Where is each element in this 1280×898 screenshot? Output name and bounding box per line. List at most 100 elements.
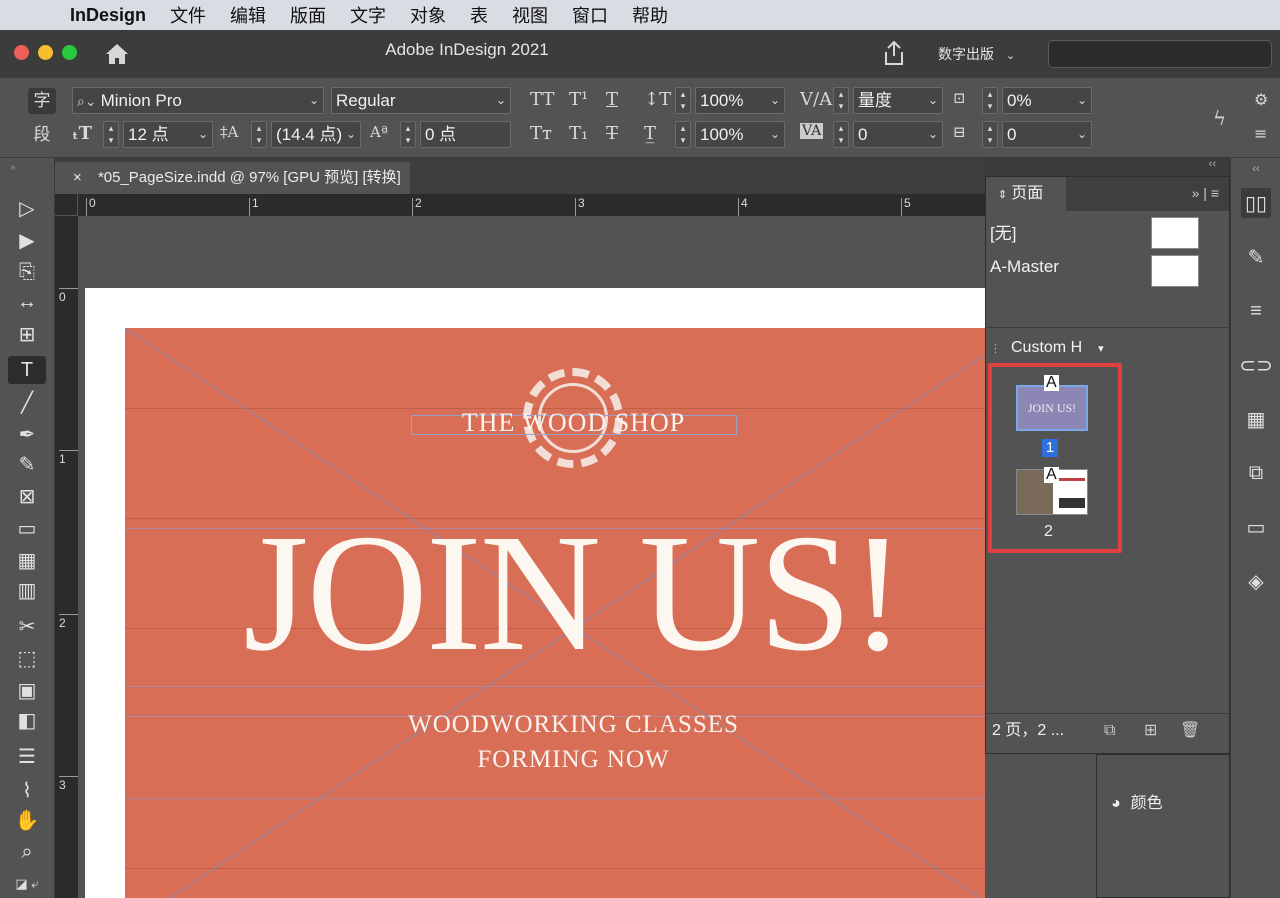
master-a-thumbnail[interactable] bbox=[1151, 255, 1199, 287]
vertical-ruler[interactable]: 0 1 2 3 bbox=[55, 216, 78, 898]
layers-list-icon[interactable]: ≡ bbox=[1241, 296, 1271, 326]
tracking-field[interactable]: 0 ⌄ bbox=[853, 121, 943, 148]
layers-icon[interactable]: ◈ bbox=[1241, 566, 1271, 596]
font-family-field[interactable]: ⌕⌄ Minion Pro ⌄ bbox=[72, 87, 324, 114]
master-a-label[interactable]: A-Master bbox=[990, 257, 1059, 277]
page-tool-icon[interactable]: ⎘ bbox=[8, 258, 46, 286]
small-caps-icon[interactable]: Tт bbox=[530, 123, 552, 144]
vertical-scale-field[interactable]: 100% ⌄ bbox=[695, 87, 785, 114]
document-tab[interactable]: × *05_PageSize.indd @ 97% [GPU 预览] [转换] bbox=[55, 162, 410, 194]
selection-tool-icon[interactable]: ▷ bbox=[8, 194, 46, 222]
kerning-stepper[interactable]: ▴ ▾ bbox=[833, 87, 849, 114]
document-canvas[interactable]: THE WOOD SHOP JOIN US! WOODWORKING CLASS… bbox=[78, 216, 985, 898]
note-tool-icon[interactable]: ☰ bbox=[8, 742, 46, 770]
collapse-panels-icon[interactable]: ‹‹ bbox=[1241, 162, 1271, 176]
gradient-swatch-tool-icon[interactable]: ▣ bbox=[8, 676, 46, 704]
horizontal-ruler[interactable]: 0 1 2 3 4 5 bbox=[78, 194, 985, 216]
baseline-shift-stepper[interactable]: ▴ ▾ bbox=[400, 121, 416, 148]
content-collector-icon[interactable]: ⊞ bbox=[8, 320, 46, 348]
eyedropper-tool-icon[interactable]: ⌇ bbox=[8, 776, 46, 804]
panel-menu-icon[interactable]: ≡ bbox=[1254, 124, 1267, 143]
new-page-icon[interactable]: ⊞ bbox=[1144, 714, 1157, 748]
menu-view[interactable]: 视图 bbox=[512, 2, 548, 28]
master-none-label[interactable]: [无] bbox=[990, 219, 1016, 244]
scissors-tool-icon[interactable]: ✂ bbox=[8, 612, 46, 640]
menu-edit[interactable]: 编辑 bbox=[230, 2, 266, 28]
kerning-field[interactable]: 量度 ⌄ bbox=[853, 87, 943, 114]
free-transform-tool-icon[interactable]: ⬚ bbox=[8, 644, 46, 672]
skew-stepper[interactable]: ▴ ▾ bbox=[982, 87, 998, 114]
table-tool-icon[interactable]: ▦ bbox=[8, 546, 46, 574]
character-mode-button[interactable]: 字 bbox=[28, 88, 56, 114]
pen-tool-icon[interactable]: ✒ bbox=[8, 420, 46, 448]
page-1-thumbnail[interactable]: JOIN US! bbox=[1016, 385, 1088, 431]
pencil-tool-icon[interactable]: ✎ bbox=[8, 450, 46, 478]
panel-divider[interactable] bbox=[986, 327, 1229, 328]
panel-dock-header[interactable]: ‹‹ bbox=[985, 158, 1230, 176]
master-none-thumbnail[interactable] bbox=[1151, 217, 1199, 249]
gap-tool-icon[interactable]: ↔ bbox=[8, 288, 46, 316]
panel-options-icon[interactable]: » | ≡ bbox=[1192, 185, 1219, 201]
type-tool-icon[interactable]: T bbox=[8, 356, 46, 384]
all-caps-icon[interactable]: TT bbox=[530, 89, 554, 110]
leading-field[interactable]: (14.4 点) ⌄ bbox=[271, 121, 361, 148]
page-2-number[interactable]: 2 bbox=[1044, 523, 1053, 541]
leading-stepper[interactable]: ▴ ▾ bbox=[251, 121, 267, 148]
fill-stroke-swap-icon[interactable]: ◪ ⤶ bbox=[8, 870, 46, 898]
superscript-icon[interactable]: T¹ bbox=[569, 89, 588, 110]
app-name-menu[interactable]: InDesign bbox=[70, 5, 146, 26]
menu-object[interactable]: 对象 bbox=[410, 2, 446, 28]
page-1-number[interactable]: 1 bbox=[1042, 439, 1058, 457]
font-size-stepper[interactable]: ▴ ▾ bbox=[103, 121, 119, 148]
ruler-origin[interactable] bbox=[55, 194, 78, 216]
logo-text[interactable]: THE WOOD SHOP bbox=[125, 408, 985, 438]
menu-layout[interactable]: 版面 bbox=[290, 2, 326, 28]
digital-publishing-dropdown[interactable]: 数字出版 ⌄ bbox=[938, 44, 1015, 64]
headline-text[interactable]: JOIN US! bbox=[125, 503, 985, 683]
horizontal-scale-stepper[interactable]: ▴ ▾ bbox=[675, 121, 691, 148]
paragraph-mode-button[interactable]: 段 bbox=[28, 122, 56, 148]
share-icon[interactable] bbox=[882, 40, 906, 66]
links-icon[interactable]: ⊂⊃ bbox=[1239, 350, 1273, 380]
subheading-line-2[interactable]: FORMING NOW bbox=[125, 746, 985, 774]
gradient-feather-tool-icon[interactable]: ◧ bbox=[8, 706, 46, 734]
pages-panel-icon[interactable]: ▯▯ bbox=[1241, 188, 1271, 218]
subscript-icon[interactable]: T₁ bbox=[569, 123, 588, 144]
hand-tool-icon[interactable]: ✋ bbox=[8, 806, 46, 834]
color-panel-item[interactable]: ◕ 颜色 bbox=[1111, 789, 1163, 813]
menu-window[interactable]: 窗口 bbox=[572, 2, 608, 28]
collapse-toolbar-icon[interactable]: » bbox=[10, 162, 16, 173]
menu-table[interactable]: 表 bbox=[470, 2, 488, 28]
line-tool-icon[interactable]: ╱ bbox=[8, 388, 46, 416]
strikethrough-icon[interactable]: T bbox=[606, 123, 618, 144]
zoom-tool-icon[interactable]: ⌕ bbox=[8, 838, 46, 866]
properties-icon[interactable]: ✎ bbox=[1241, 242, 1271, 272]
baseline-shift-field[interactable]: 0 点 bbox=[420, 121, 511, 148]
swatches-icon[interactable]: ▦ bbox=[1241, 404, 1271, 434]
poster-artwork[interactable]: THE WOOD SHOP JOIN US! WOODWORKING CLASS… bbox=[125, 328, 985, 898]
quick-apply-icon[interactable]: ϟ bbox=[1213, 106, 1226, 130]
trash-icon[interactable]: 🗑 bbox=[1180, 714, 1200, 748]
subheading-line-1[interactable]: WOODWORKING CLASSES bbox=[125, 711, 985, 739]
menu-file[interactable]: 文件 bbox=[170, 2, 206, 28]
character-rotation-stepper[interactable]: ▴ ▾ bbox=[982, 121, 998, 148]
horizontal-scale-field[interactable]: 100% ⌄ bbox=[695, 121, 785, 148]
menu-type[interactable]: 文字 bbox=[350, 2, 386, 28]
page-size-menu[interactable]: ⋮ Custom H ▾ bbox=[990, 339, 1104, 357]
skew-field[interactable]: 0% ⌄ bbox=[1002, 87, 1092, 114]
gradient-icon[interactable]: ▭ bbox=[1241, 512, 1271, 542]
rectangle-frame-tool-icon[interactable]: ⊠ bbox=[8, 482, 46, 510]
menu-help[interactable]: 帮助 bbox=[632, 2, 668, 28]
edit-page-size-icon[interactable]: ⧉ bbox=[1104, 714, 1115, 748]
font-style-field[interactable]: Regular ⌄ bbox=[331, 87, 511, 114]
direct-selection-tool-icon[interactable]: ▶ bbox=[8, 226, 46, 254]
tracking-stepper[interactable]: ▴ ▾ bbox=[833, 121, 849, 148]
character-rotation-field[interactable]: 0 ⌄ bbox=[1002, 121, 1092, 148]
font-size-field[interactable]: 12 点 ⌄ bbox=[123, 121, 213, 148]
pages-panel-tab[interactable]: ⇕ 页面 bbox=[986, 177, 1066, 211]
gear-icon[interactable]: ⚙ bbox=[1254, 90, 1268, 109]
paragraph-styles-icon[interactable]: ⧉ bbox=[1241, 458, 1271, 488]
column-tool-icon[interactable]: ▥ bbox=[8, 576, 46, 604]
close-tab-icon[interactable]: × bbox=[73, 169, 82, 186]
vertical-scale-stepper[interactable]: ▴ ▾ bbox=[675, 87, 691, 114]
